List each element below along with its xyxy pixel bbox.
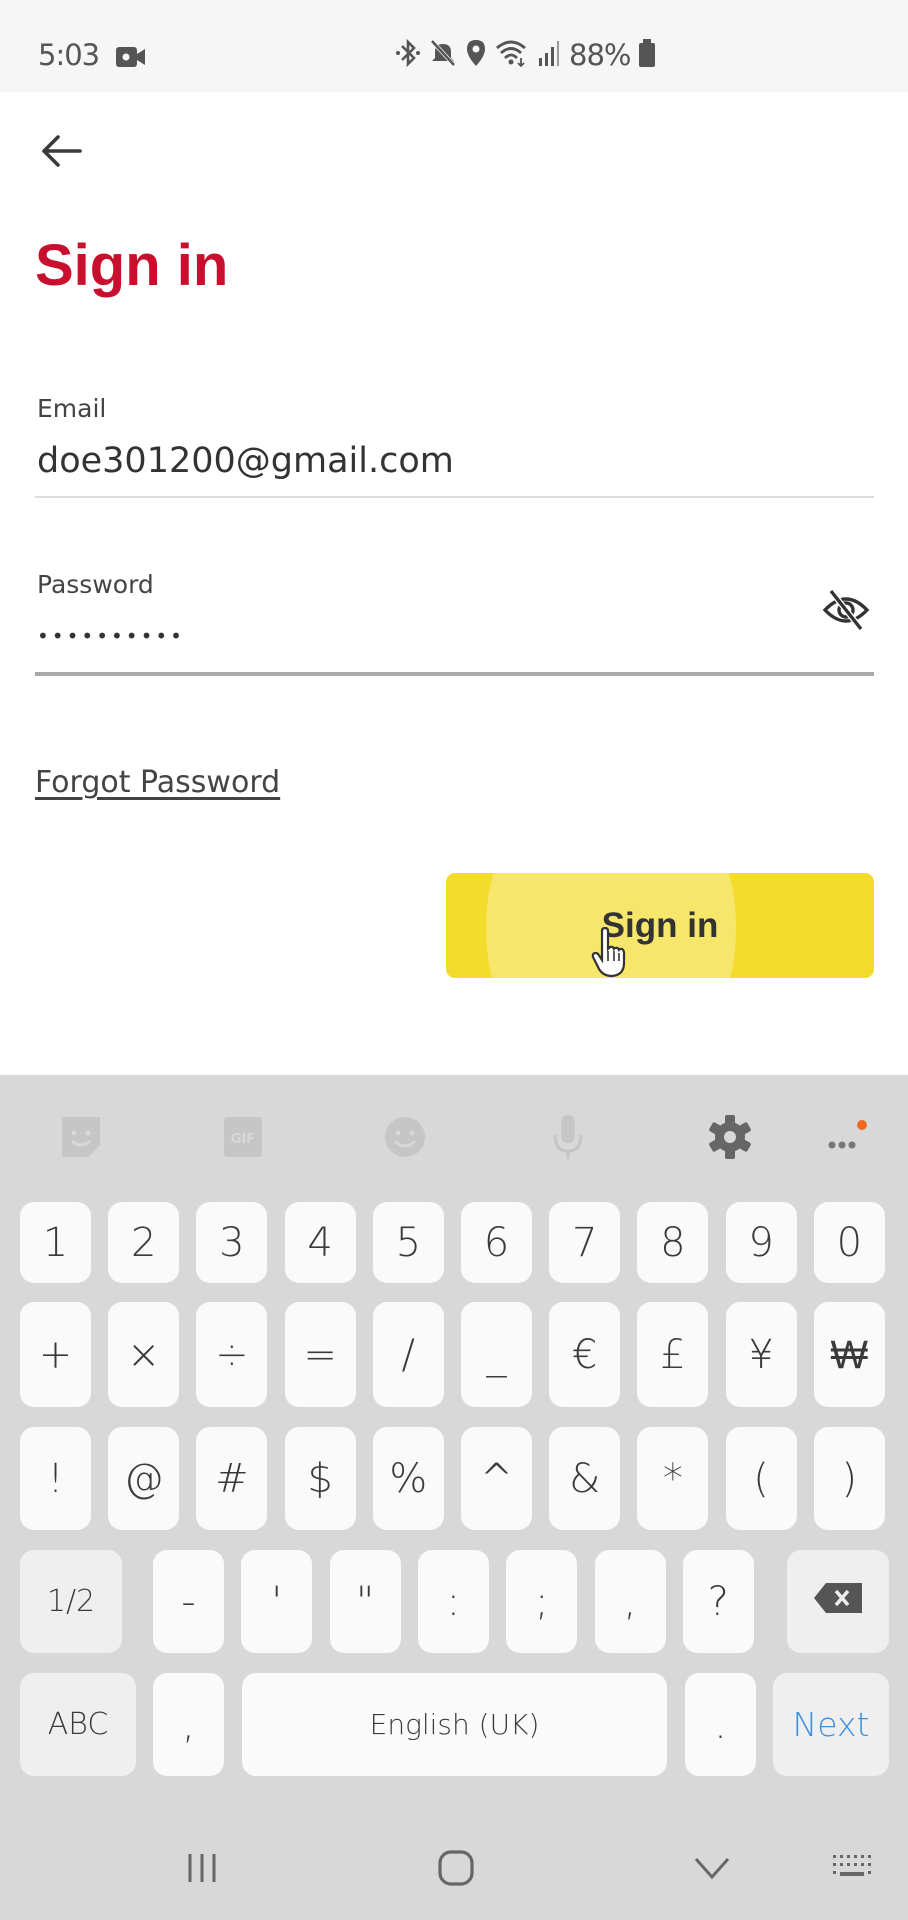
battery-percent: 88%	[569, 38, 631, 72]
recent-apps-icon	[182, 1850, 222, 1890]
key[interactable]: ×	[108, 1302, 180, 1407]
status-time: 5:03	[38, 38, 100, 72]
hand-pointer-icon	[590, 926, 632, 983]
email-underline	[35, 496, 874, 498]
key[interactable]: =	[284, 1302, 356, 1407]
more-icon	[822, 1117, 870, 1161]
eye-off-icon	[821, 588, 871, 636]
keyboard-switch-icon	[831, 1851, 875, 1889]
key[interactable]: ,	[594, 1550, 666, 1653]
key[interactable]: -	[153, 1550, 224, 1653]
backspace-icon	[812, 1579, 864, 1625]
key[interactable]: 1	[20, 1202, 91, 1283]
key-abc[interactable]: ABC	[20, 1673, 136, 1776]
location-icon	[465, 38, 487, 72]
microphone-icon	[551, 1113, 585, 1165]
signal-icon	[537, 38, 561, 72]
key-comma[interactable]: ,	[153, 1673, 224, 1776]
gif-icon: GIF	[222, 1115, 264, 1163]
forgot-password-link[interactable]: Forgot Password	[35, 765, 280, 800]
password-field[interactable]: ••••••••••	[37, 612, 797, 660]
key[interactable]: ?	[682, 1550, 754, 1653]
key-symbol-page[interactable]: 1/2	[20, 1550, 122, 1653]
password-label: Password	[37, 570, 154, 599]
battery-icon	[638, 38, 656, 72]
bluetooth-icon	[395, 38, 421, 72]
key[interactable]: +	[20, 1302, 91, 1407]
key[interactable]: ₩	[813, 1302, 885, 1407]
password-underline	[35, 672, 874, 676]
settings-icon	[707, 1114, 753, 1164]
svg-text:GIF: GIF	[231, 1132, 255, 1147]
key[interactable]: *	[637, 1427, 709, 1530]
home-button[interactable]	[421, 1840, 491, 1900]
page-title: Sign in	[35, 233, 229, 298]
emoji-icon	[383, 1115, 427, 1163]
sticker-button[interactable]	[57, 1115, 105, 1163]
key-space[interactable]: English (UK)	[242, 1673, 667, 1776]
key[interactable]: 7	[549, 1202, 621, 1283]
email-field[interactable]	[37, 436, 837, 486]
toggle-password-visibility-button[interactable]	[818, 584, 874, 640]
key[interactable]: 3	[196, 1202, 268, 1283]
sign-in-button-label: Sign in	[601, 905, 719, 945]
key[interactable]: /	[372, 1302, 444, 1407]
key[interactable]: £	[637, 1302, 709, 1407]
key[interactable]: '	[241, 1550, 313, 1653]
key[interactable]: €	[549, 1302, 621, 1407]
wifi-icon	[495, 38, 529, 72]
sign-in-button[interactable]: Sign in	[446, 873, 874, 978]
hide-keyboard-icon	[692, 1853, 732, 1887]
key[interactable]: ^	[461, 1427, 532, 1530]
key[interactable]: &	[549, 1427, 621, 1530]
back-button[interactable]	[32, 128, 92, 178]
key[interactable]: ¥	[725, 1302, 797, 1407]
key-backspace[interactable]	[787, 1550, 889, 1653]
key[interactable]: 0	[813, 1202, 885, 1283]
mute-icon	[429, 38, 457, 72]
keyboard-switch-button[interactable]	[818, 1840, 888, 1900]
status-bar: 5:03 88%	[0, 0, 908, 92]
emoji-button[interactable]	[381, 1115, 429, 1163]
key[interactable]: 9	[725, 1202, 797, 1283]
key[interactable]: (	[725, 1427, 797, 1530]
sticker-icon	[60, 1115, 102, 1163]
key[interactable]: )	[813, 1427, 885, 1530]
recent-apps-button[interactable]	[167, 1840, 237, 1900]
key[interactable]: _	[461, 1302, 532, 1407]
key-next[interactable]: Next	[773, 1673, 889, 1776]
key[interactable]: 5	[372, 1202, 444, 1283]
home-icon	[436, 1848, 476, 1892]
key[interactable]: @	[108, 1427, 180, 1530]
key[interactable]: ÷	[196, 1302, 268, 1407]
key[interactable]: 4	[284, 1202, 356, 1283]
key[interactable]: 8	[637, 1202, 709, 1283]
voice-input-button[interactable]	[544, 1115, 592, 1163]
key[interactable]: 6	[461, 1202, 532, 1283]
email-label: Email	[37, 394, 107, 423]
status-icons: 88%	[395, 38, 656, 72]
keyboard: GIF 1/2 ABC , English (UK) . Next 123456…	[0, 1075, 908, 1920]
key[interactable]: !	[20, 1427, 91, 1530]
key-period[interactable]: .	[685, 1673, 756, 1776]
key[interactable]: %	[372, 1427, 444, 1530]
arrow-left-icon	[40, 134, 84, 172]
key[interactable]: ;	[506, 1550, 578, 1653]
video-recording-icon	[116, 46, 146, 72]
key[interactable]: :	[417, 1550, 489, 1653]
hide-keyboard-button[interactable]	[677, 1840, 747, 1900]
gif-button[interactable]: GIF	[219, 1115, 267, 1163]
key[interactable]: 2	[108, 1202, 180, 1283]
key[interactable]: "	[329, 1550, 401, 1653]
keyboard-settings-button[interactable]	[706, 1115, 754, 1163]
more-options-button[interactable]	[822, 1115, 870, 1163]
key[interactable]: #	[196, 1427, 268, 1530]
key[interactable]: $	[284, 1427, 356, 1530]
